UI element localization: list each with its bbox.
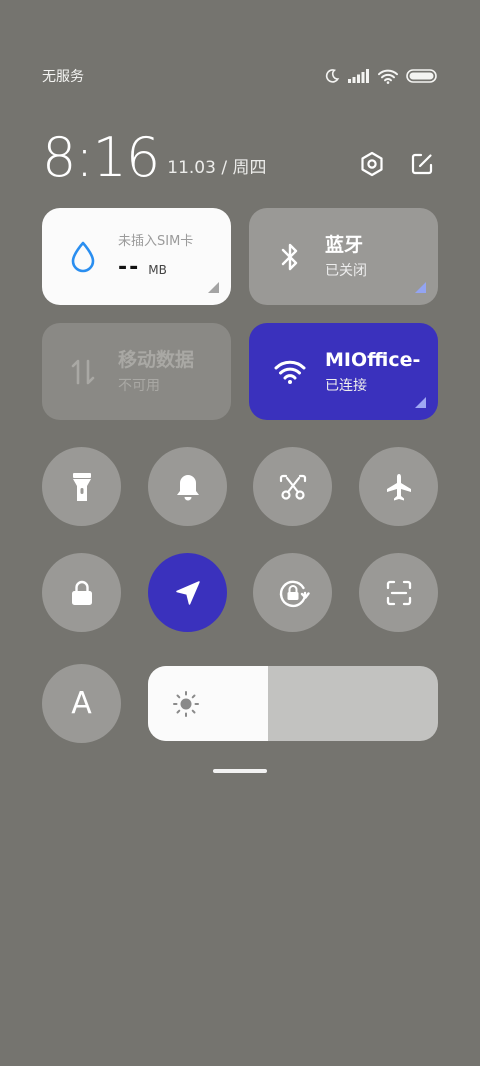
bluetooth-icon (281, 243, 298, 270)
auto-brightness-label: A (71, 686, 92, 721)
scanner-toggle[interactable] (359, 553, 438, 632)
screenshot-toggle[interactable] (253, 447, 332, 526)
rotation-lock-toggle[interactable] (253, 553, 332, 632)
mobile-data-icon (71, 359, 95, 384)
scan-icon (386, 580, 411, 605)
brightness-slider[interactable] (148, 666, 438, 741)
location-toggle[interactable] (148, 553, 227, 632)
sim-status-label: 未插入SIM卡 (118, 234, 194, 249)
bluetooth-title: 蓝牙 (325, 233, 364, 256)
wifi-status-icon (378, 69, 398, 84)
data-usage-value: -- (118, 255, 141, 280)
carrier-label: 无服务 (42, 69, 84, 85)
data-usage-unit: MB (148, 263, 167, 277)
wifi-network-name: MIOffice- (325, 348, 421, 371)
water-drop-icon (71, 241, 95, 272)
battery-icon (406, 69, 437, 83)
moon-icon (325, 69, 340, 83)
mobile-data-tile[interactable]: 移动数据 不可用 (42, 323, 231, 420)
tile-expand-indicator (415, 397, 426, 408)
status-bar: 无服务 (42, 62, 438, 90)
rotation-lock-icon (279, 580, 310, 607)
auto-brightness-button[interactable]: A (42, 664, 121, 743)
signal-icon (348, 69, 369, 83)
edit-icon (411, 153, 433, 175)
clock-date: 11.03 / 周四 (167, 158, 267, 178)
bell-icon (176, 474, 199, 500)
sun-icon (173, 691, 199, 717)
location-arrow-icon (175, 580, 200, 605)
lock-icon (71, 580, 92, 605)
scissors-icon (279, 474, 306, 500)
brightness-fill (148, 666, 269, 741)
lock-screen-toggle[interactable] (42, 553, 121, 632)
flashlight-toggle[interactable] (42, 447, 121, 526)
mobile-data-status: 不可用 (118, 377, 160, 394)
settings-icon (361, 151, 383, 177)
wifi-icon (274, 360, 306, 384)
edit-button[interactable] (406, 148, 438, 180)
clock-row: 8:16 11.03 / 周四 (42, 122, 438, 186)
mute-toggle[interactable] (148, 447, 227, 526)
flashlight-icon (72, 472, 91, 501)
clock-time: 8:16 (42, 126, 160, 189)
wifi-tile[interactable]: MIOffice- 已连接 (249, 323, 438, 420)
bluetooth-tile[interactable]: 蓝牙 已关闭 (249, 208, 438, 305)
tile-expand-indicator (208, 282, 219, 293)
settings-button[interactable] (356, 148, 388, 180)
bluetooth-status: 已关闭 (325, 262, 367, 279)
status-icons (324, 68, 438, 84)
tile-expand-indicator (415, 282, 426, 293)
wifi-status: 已连接 (325, 377, 367, 394)
mobile-data-title: 移动数据 (118, 348, 195, 371)
airplane-toggle[interactable] (359, 447, 438, 526)
airplane-icon (386, 473, 411, 500)
panel-drag-handle[interactable] (213, 769, 267, 773)
data-usage-tile[interactable]: 未插入SIM卡 -- MB (42, 208, 231, 305)
